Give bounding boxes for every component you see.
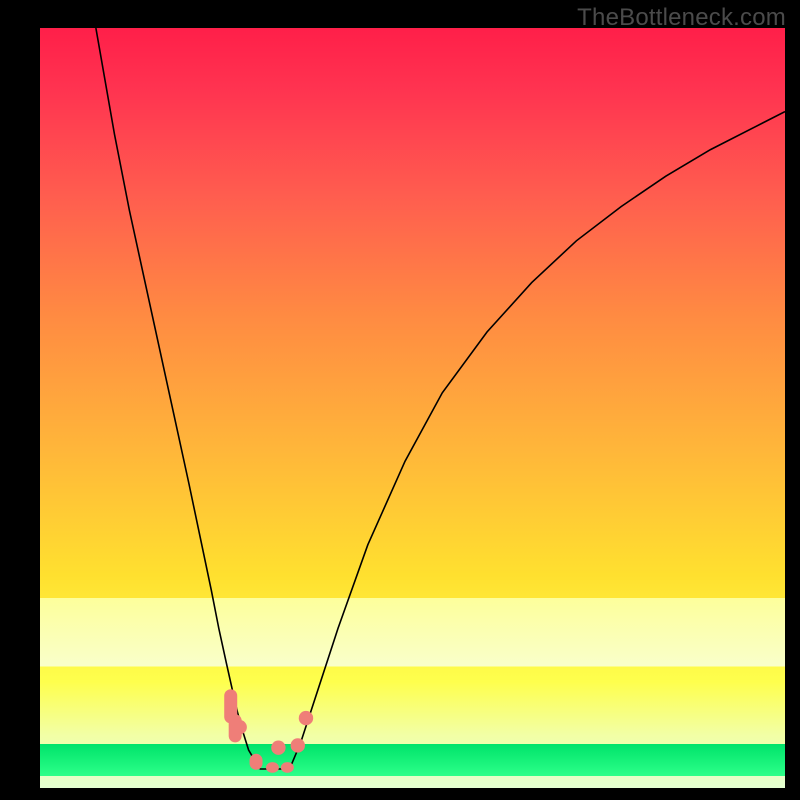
marker-pill [229, 714, 242, 742]
plot-area [40, 28, 785, 788]
marker-pill [250, 754, 263, 770]
marker-dot [291, 738, 305, 752]
marker-dot [271, 741, 285, 755]
marker-pill [266, 762, 279, 773]
chart-frame: TheBottleneck.com [0, 0, 800, 800]
marker-dot [299, 711, 313, 725]
curve-layer [40, 28, 785, 788]
right-curve [290, 112, 785, 769]
left-curve [96, 28, 260, 769]
marker-pill [281, 762, 294, 773]
markers-group [224, 689, 313, 773]
